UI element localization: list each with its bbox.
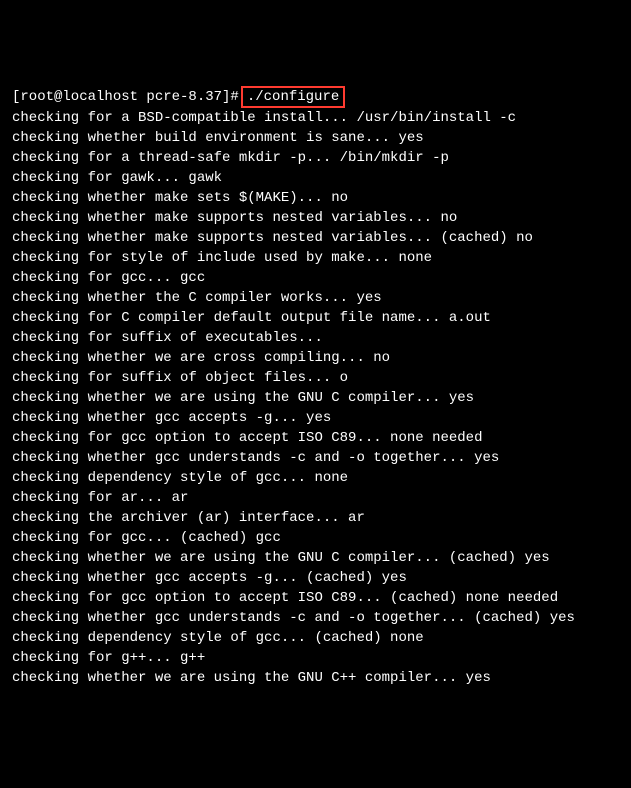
terminal-output-line: checking whether we are using the GNU C+… — [12, 668, 619, 688]
terminal-output-line: checking for gcc option to accept ISO C8… — [12, 428, 619, 448]
terminal-output-line: checking for gcc... (cached) gcc — [12, 528, 619, 548]
terminal-output-line: checking dependency style of gcc... (cac… — [12, 628, 619, 648]
terminal-output-line: checking whether the C compiler works...… — [12, 288, 619, 308]
terminal-output-line: checking whether build environment is sa… — [12, 128, 619, 148]
shell-prompt: [root@localhost pcre-8.37]# — [12, 89, 239, 105]
terminal-output-line: checking whether gcc accepts -g... (cach… — [12, 568, 619, 588]
terminal-output-line: checking for ar... ar — [12, 488, 619, 508]
terminal-output-line: checking whether make supports nested va… — [12, 208, 619, 228]
terminal-output-line: checking for a thread-safe mkdir -p... /… — [12, 148, 619, 168]
terminal-output-line: checking for C compiler default output f… — [12, 308, 619, 328]
terminal-output-line: checking whether we are using the GNU C … — [12, 388, 619, 408]
terminal-output-line: checking for suffix of executables... — [12, 328, 619, 348]
terminal-output-line: checking for style of include used by ma… — [12, 248, 619, 268]
terminal-output-line: checking whether gcc accepts -g... yes — [12, 408, 619, 428]
terminal-output-line: checking whether gcc understands -c and … — [12, 608, 619, 628]
terminal-output-line: checking for gcc... gcc — [12, 268, 619, 288]
terminal-output-line: checking whether make supports nested va… — [12, 228, 619, 248]
terminal-output-line: checking for g++... g++ — [12, 648, 619, 668]
terminal-output-line: checking the archiver (ar) interface... … — [12, 508, 619, 528]
terminal-output-line: checking whether we are using the GNU C … — [12, 548, 619, 568]
terminal-output-line: checking dependency style of gcc... none — [12, 468, 619, 488]
terminal-output-line: checking whether we are cross compiling.… — [12, 348, 619, 368]
command-highlight: ./configure — [241, 86, 345, 108]
terminal-output-line: checking whether gcc understands -c and … — [12, 448, 619, 468]
terminal-output-line: checking for gcc option to accept ISO C8… — [12, 588, 619, 608]
shell-prompt-line: [root@localhost pcre-8.37]#./configure — [12, 86, 619, 108]
terminal-output-line: checking for gawk... gawk — [12, 168, 619, 188]
terminal-output-line: checking for a BSD-compatible install...… — [12, 108, 619, 128]
terminal-output-line: checking for suffix of object files... o — [12, 368, 619, 388]
terminal-output-line: checking whether make sets $(MAKE)... no — [12, 188, 619, 208]
